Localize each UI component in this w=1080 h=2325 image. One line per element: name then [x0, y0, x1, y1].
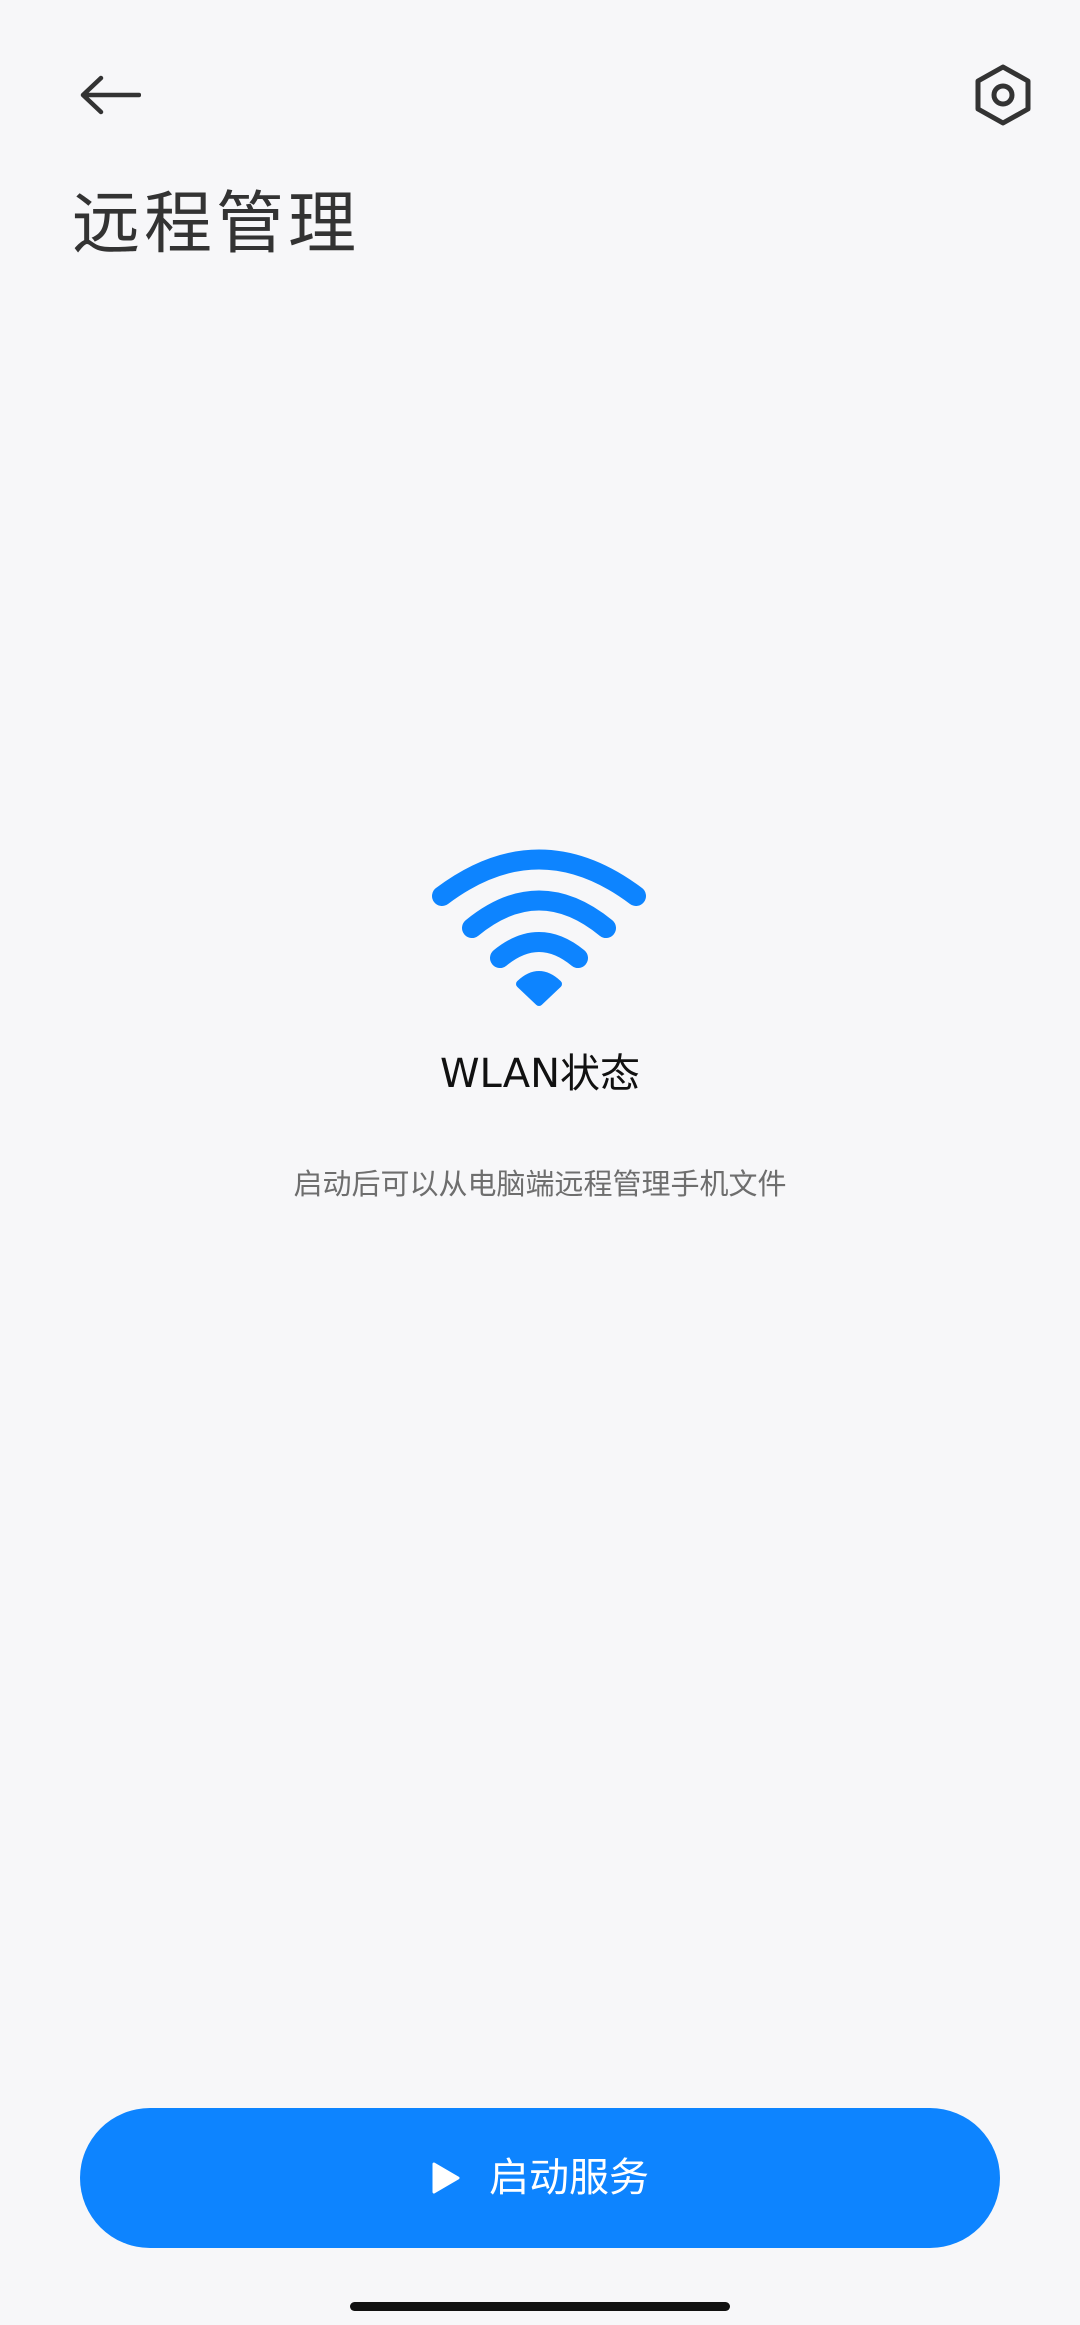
wlan-status-description: 启动后可以从电脑端远程管理手机文件: [293, 1167, 787, 1201]
hexagon-gear-icon: [975, 64, 1031, 126]
back-button[interactable]: [60, 50, 160, 140]
arrow-left-icon: [80, 75, 141, 115]
page-title: 远程管理: [72, 185, 361, 264]
start-service-label: 启动服务: [489, 2155, 649, 2201]
play-icon: [431, 2161, 463, 2195]
wlan-status-title: WLAN状态: [439, 1051, 641, 1097]
wifi-icon: [432, 849, 646, 1006]
home-indicator[interactable]: [350, 2302, 730, 2311]
remote-management-screen: 远程管理 WLAN状态 启动后可以从电脑端远程管理手机文件 启动服务: [0, 0, 1080, 2325]
start-service-button[interactable]: 启动服务: [80, 2108, 1000, 2248]
settings-button[interactable]: [958, 50, 1048, 140]
